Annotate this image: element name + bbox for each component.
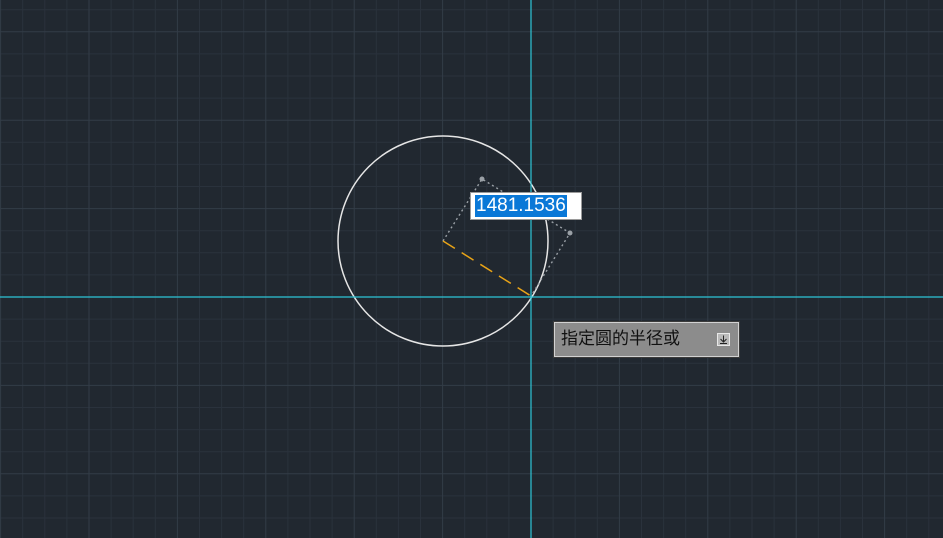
model-space[interactable] <box>0 0 943 538</box>
dimension-grip-start <box>479 176 485 182</box>
dynamic-input-value[interactable]: 1481.1536 <box>475 195 567 217</box>
command-prompt-tooltip: 指定圆的半径或 <box>553 321 740 358</box>
dimension-grip-end <box>567 230 573 236</box>
drawing-canvas[interactable]: 1481.1536 指定圆的半径或 <box>0 0 943 538</box>
grid-major-lines <box>0 0 943 538</box>
down-arrow-options-icon[interactable] <box>717 333 730 346</box>
command-prompt-text: 指定圆的半径或 <box>561 329 680 349</box>
dynamic-input-field[interactable]: 1481.1536 <box>470 192 582 220</box>
grid-minor-lines <box>0 0 943 538</box>
